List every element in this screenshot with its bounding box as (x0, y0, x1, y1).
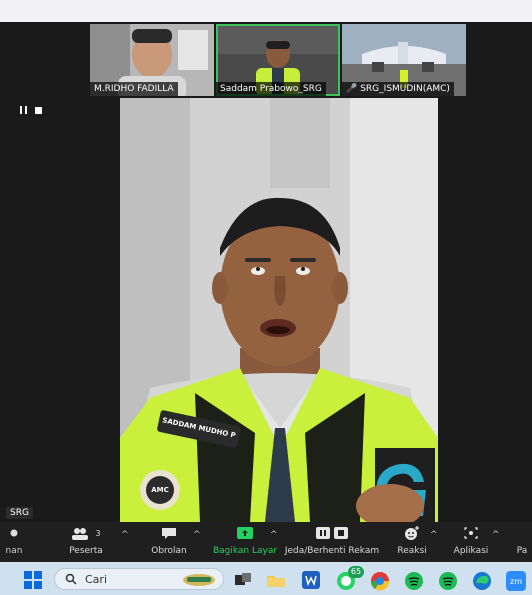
toolbar-right-partial[interactable]: Pa (512, 524, 532, 556)
whatsapp-badge: 65 (348, 566, 364, 578)
window-title-bar (0, 0, 532, 22)
meeting-toolbar: nan 3 Peserta ^ Obrolan ^ Bagikan Layar … (0, 522, 532, 562)
apps-button[interactable]: Aplikasi (446, 524, 496, 556)
reactions-chevron-up-icon[interactable]: ^ (430, 530, 438, 540)
edge-icon[interactable] (472, 571, 492, 591)
taskbar-search[interactable]: Cari (54, 568, 224, 590)
participant-tile-ridho[interactable]: M.RIDHO FADILLA (90, 24, 214, 96)
record-controls-icon (316, 527, 348, 539)
participants-button[interactable]: 3 Peserta (62, 524, 110, 556)
apps-icon (464, 527, 478, 539)
partial-icon (0, 524, 28, 542)
apps-chevron-up-icon[interactable]: ^ (492, 530, 500, 540)
recording-mini-controls (20, 106, 42, 114)
pause-stop-recording-button[interactable]: Jeda/Berhenti Rekam (284, 524, 380, 556)
stop-icon[interactable] (35, 106, 42, 114)
pause-icon[interactable] (20, 106, 27, 114)
participant-thumbnails: M.RIDHO FADILLA Saddam Prabowo_SRG 🎤 SRG_… (90, 24, 468, 96)
chat-icon (162, 528, 176, 539)
participants-label: Peserta (69, 546, 103, 556)
share-screen-button[interactable]: Bagikan Layar (210, 524, 280, 556)
speaker-name-chip: SRG (6, 507, 33, 519)
reactions-icon (405, 526, 419, 540)
chat-chevron-up-icon[interactable]: ^ (193, 530, 201, 540)
share-screen-icon (237, 527, 253, 539)
vest-logo-text: AMC (151, 486, 169, 494)
participants-count: 3 (95, 528, 101, 538)
search-placeholder: Cari (85, 573, 107, 586)
search-icon (65, 573, 77, 585)
windows-logo-icon (24, 571, 42, 589)
speaker-video-frame (120, 98, 438, 522)
chrome-icon[interactable] (370, 571, 390, 591)
reactions-label: Reaksi (397, 546, 427, 556)
participant-name-label: Saddam Prabowo_SRG (216, 82, 326, 96)
share-chevron-up-icon[interactable]: ^ (270, 530, 278, 540)
start-button[interactable] (24, 571, 42, 589)
participant-tile-saddam[interactable]: Saddam Prabowo_SRG (216, 24, 340, 96)
spotify-icon-2[interactable] (438, 571, 458, 591)
chat-label: Obrolan (151, 546, 187, 556)
search-highlight-image-icon (183, 574, 215, 586)
participants-chevron-up-icon[interactable]: ^ (121, 530, 129, 540)
main-speaker-video: SADDAM MUDHO P AMC (120, 98, 438, 522)
toolbar-left-partial-label: nan (5, 546, 23, 556)
spotify-icon[interactable] (404, 571, 424, 591)
task-view-icon[interactable] (234, 572, 252, 588)
toolbar-left-partial[interactable]: nan (0, 524, 28, 556)
chat-button[interactable]: Obrolan (144, 524, 194, 556)
zoom-icon[interactable]: zm (506, 571, 526, 591)
participant-name-label: M.RIDHO FADILLA (90, 82, 178, 96)
muted-mic-icon: 🎤 (346, 84, 358, 94)
record-label: Jeda/Berhenti Rekam (284, 546, 380, 556)
toolbar-right-partial-label: Pa (516, 546, 528, 556)
participant-tile-ismudin[interactable]: 🎤 SRG_ISMUDIN(AMC) (342, 24, 466, 96)
share-screen-label: Bagikan Layar (212, 546, 278, 556)
apps-label: Aplikasi (453, 546, 489, 556)
reactions-button[interactable]: Reaksi (392, 524, 432, 556)
file-explorer-icon[interactable] (266, 572, 286, 588)
participant-name-label: 🎤 SRG_ISMUDIN(AMC) (342, 82, 454, 96)
participants-icon (72, 528, 89, 540)
svg-text:zm: zm (510, 577, 522, 586)
word-icon[interactable] (302, 571, 320, 589)
